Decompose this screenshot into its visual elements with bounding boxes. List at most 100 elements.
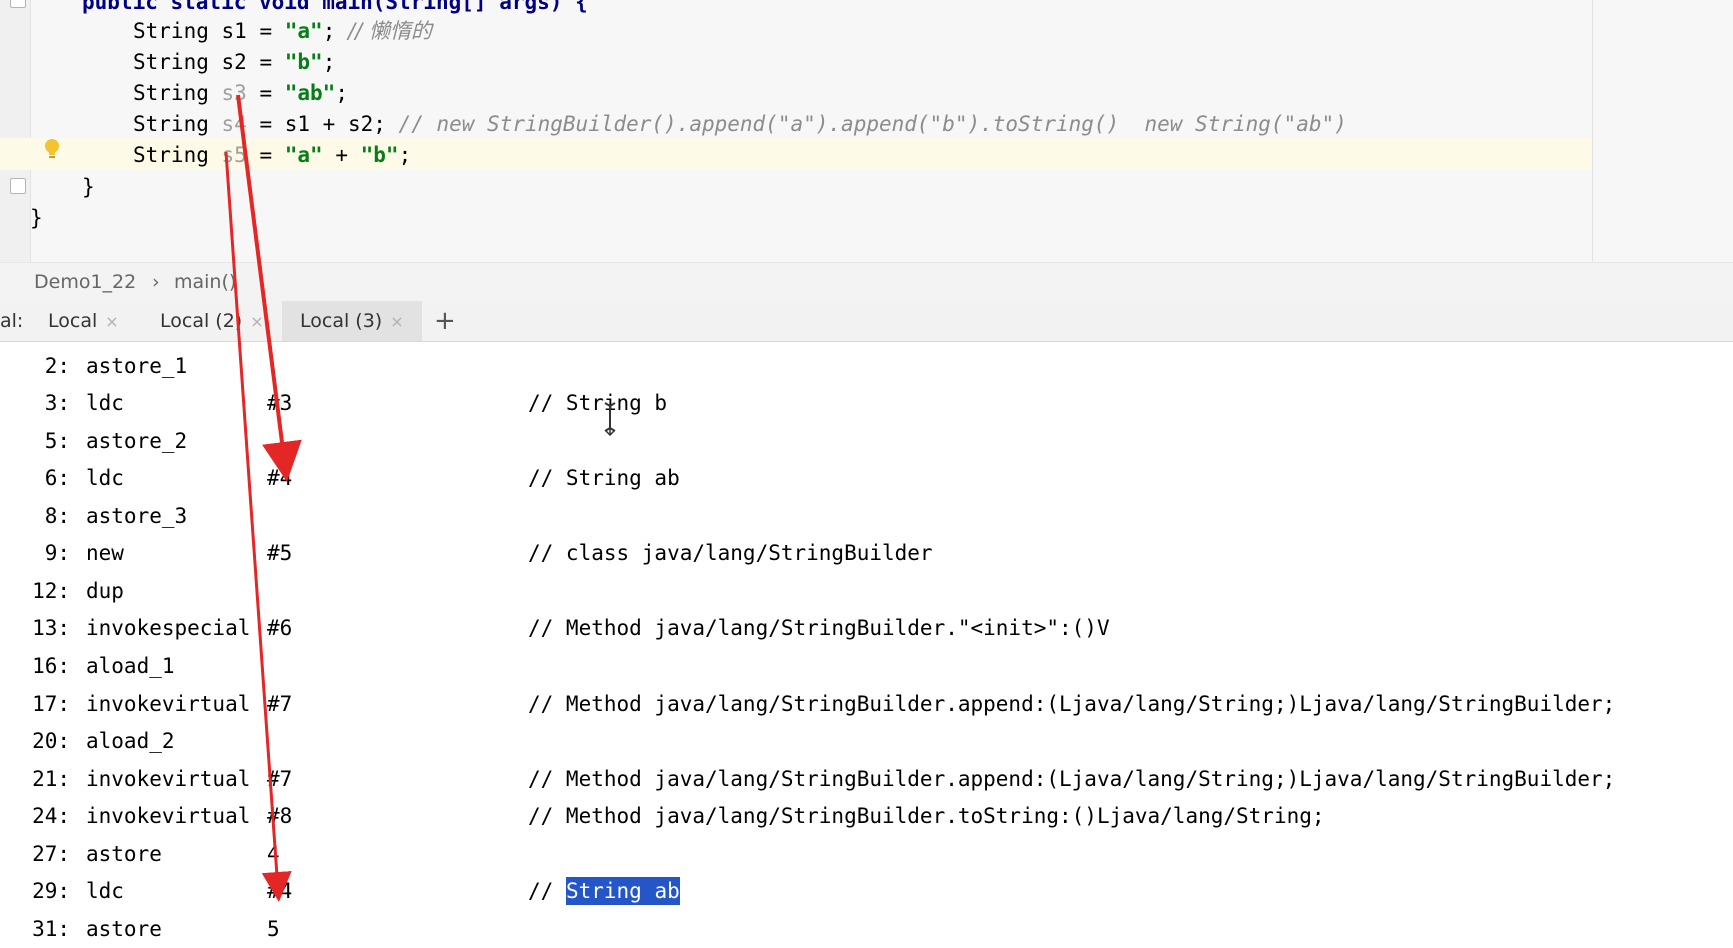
type: String [133, 112, 209, 136]
tab-label: Local (3) [300, 310, 383, 332]
bytecode-index: 3: [44, 391, 70, 415]
variable: s2 [221, 50, 247, 74]
bytecode-comment: // Method java/lang/StringBuilder.toStri… [528, 804, 1325, 828]
close-icon[interactable]: × [390, 312, 403, 331]
semicolon: ; [335, 81, 348, 105]
bytecode-row: 29: ldc #4 // String ab [0, 873, 1733, 909]
bytecode-row: 24: invokevirtual #8 // Method java/lang/St… [0, 798, 1733, 834]
type: String [133, 143, 209, 167]
type: String [133, 81, 209, 105]
lightbulb-icon[interactable] [43, 138, 61, 162]
bytecode-opcode: ldc [86, 466, 124, 490]
close-icon[interactable]: × [250, 312, 263, 331]
bytecode-opcode: aload_2 [86, 729, 175, 753]
code-line: String s3 = "ab"; [133, 78, 348, 109]
operator: = [246, 50, 285, 74]
bytecode-row: 27: astore 4 [0, 836, 1733, 872]
bytecode-comment: // String ab [528, 873, 680, 909]
bytecode-index: 17: [32, 692, 70, 716]
bytecode-comment: // Method java/lang/StringBuilder.append… [528, 767, 1616, 791]
bytecode-row: 3: ldc #3 // String b [0, 385, 1733, 421]
tab-local-2[interactable]: Local (2) × [160, 301, 264, 341]
bytecode-comment: // Method java/lang/StringBuilder."<init… [528, 616, 1110, 640]
bytecode-index: 5: [44, 429, 70, 453]
bytecode-opcode: invokevirtual [86, 692, 251, 716]
variable: s4 [221, 112, 247, 136]
close-icon[interactable]: × [105, 312, 118, 331]
terminal-label: al: [0, 310, 24, 332]
bytecode-index: 21: [32, 767, 70, 791]
breadcrumb-item-method[interactable]: main() [174, 271, 236, 293]
type: String [133, 50, 209, 74]
bytecode-arg: 4 [267, 842, 280, 866]
bytecode-arg: 5 [267, 917, 280, 941]
string-literal: "b" [284, 50, 323, 74]
bytecode-index: 16: [32, 654, 70, 678]
tab-local[interactable]: Local × [48, 301, 119, 341]
bytecode-opcode: aload_1 [86, 654, 175, 678]
string-literal: "a" [284, 143, 323, 167]
bytecode-opcode: ldc [86, 879, 124, 903]
bytecode-comment: // String ab [528, 466, 680, 490]
bytecode-index: 27: [32, 842, 70, 866]
variable: s3 [221, 81, 247, 105]
bytecode-row: 17: invokevirtual #7 // Method java/lang/St… [0, 686, 1733, 722]
string-literal: "ab" [284, 81, 336, 105]
comment: // new StringBuilder().append("a").appen… [398, 112, 1347, 136]
bytecode-row: 12: dup [0, 573, 1733, 609]
bytecode-index: 29: [32, 879, 70, 903]
bytecode-opcode: astore_1 [86, 354, 188, 378]
tab-label: Local (2) [160, 310, 243, 332]
fold-marker-icon[interactable] [10, 178, 26, 194]
terminal-tab-bar: al: Local × Local (2) × Local (3) × + [0, 301, 1733, 342]
code-editor[interactable]: public static void main(String[] args) {… [0, 0, 1733, 262]
bytecode-row: 9: new #5 // class java/lang/StringBuilder [0, 535, 1733, 571]
fold-marker-icon[interactable] [10, 0, 26, 8]
bytecode-row: 31: astore 5 [0, 911, 1733, 947]
bytecode-index: 2: [44, 354, 70, 378]
bytecode-row: 6: ldc #4 // String ab [0, 460, 1733, 496]
comment-prefix: // [528, 879, 566, 903]
bytecode-index: 9: [44, 541, 70, 565]
semicolon: ; [398, 143, 412, 167]
closing-brace: } [30, 206, 43, 230]
bytecode-opcode: astore_2 [86, 429, 188, 453]
breadcrumb: Demo1_22 › main() [0, 262, 1733, 302]
bytecode-comment: // Method java/lang/StringBuilder.append… [528, 692, 1616, 716]
type: String [133, 19, 209, 43]
bytecode-arg: #7 [267, 767, 293, 791]
bytecode-opcode: dup [86, 579, 124, 603]
code-line: String s4 = s1 + s2; // new StringBuilde… [133, 109, 1347, 140]
code-line: String s5 = "a" + "b"; [133, 140, 411, 171]
bytecode-comment: // String b [528, 391, 668, 415]
bytecode-arg: #4 [267, 879, 293, 903]
ide-window: public static void main(String[] args) {… [0, 0, 1733, 948]
terminal-output[interactable]: 2: astore_1 3: ldc #3 // String b 5: astore_2 6:… [0, 342, 1733, 948]
plus-operator: + [322, 143, 361, 167]
variable: s1 [221, 19, 247, 43]
bytecode-row: 20: aload_2 [0, 723, 1733, 759]
bytecode-row: 5: astore_2 [0, 423, 1733, 459]
operator: = s1 + s2; [246, 112, 386, 136]
bytecode-arg: #3 [267, 391, 293, 415]
operator: = [246, 143, 285, 167]
bytecode-row: 13: invokespecial #6 // Method java/lang/St… [0, 610, 1733, 646]
tab-local-3[interactable]: Local (3) × [282, 301, 422, 341]
semicolon: ; [322, 19, 336, 43]
add-tab-button[interactable]: + [434, 301, 456, 341]
bytecode-index: 24: [32, 804, 70, 828]
bytecode-opcode: astore [86, 917, 162, 941]
selected-text[interactable]: String ab [565, 877, 680, 905]
bytecode-index: 8: [44, 504, 70, 528]
string-literal: "a" [284, 19, 323, 43]
bytecode-index: 13: [32, 616, 70, 640]
bytecode-row: 8: astore_3 [0, 498, 1733, 534]
text-cursor-icon [604, 402, 616, 436]
bytecode-row: 2: astore_1 [0, 348, 1733, 384]
variable: s5 [221, 143, 247, 167]
code-line: String s2 = "b"; [133, 47, 335, 78]
breadcrumb-item-class[interactable]: Demo1_22 [34, 271, 136, 293]
bytecode-arg: #5 [267, 541, 293, 565]
comment: // 懒惰的 [348, 19, 432, 43]
semicolon: ; [322, 50, 336, 74]
